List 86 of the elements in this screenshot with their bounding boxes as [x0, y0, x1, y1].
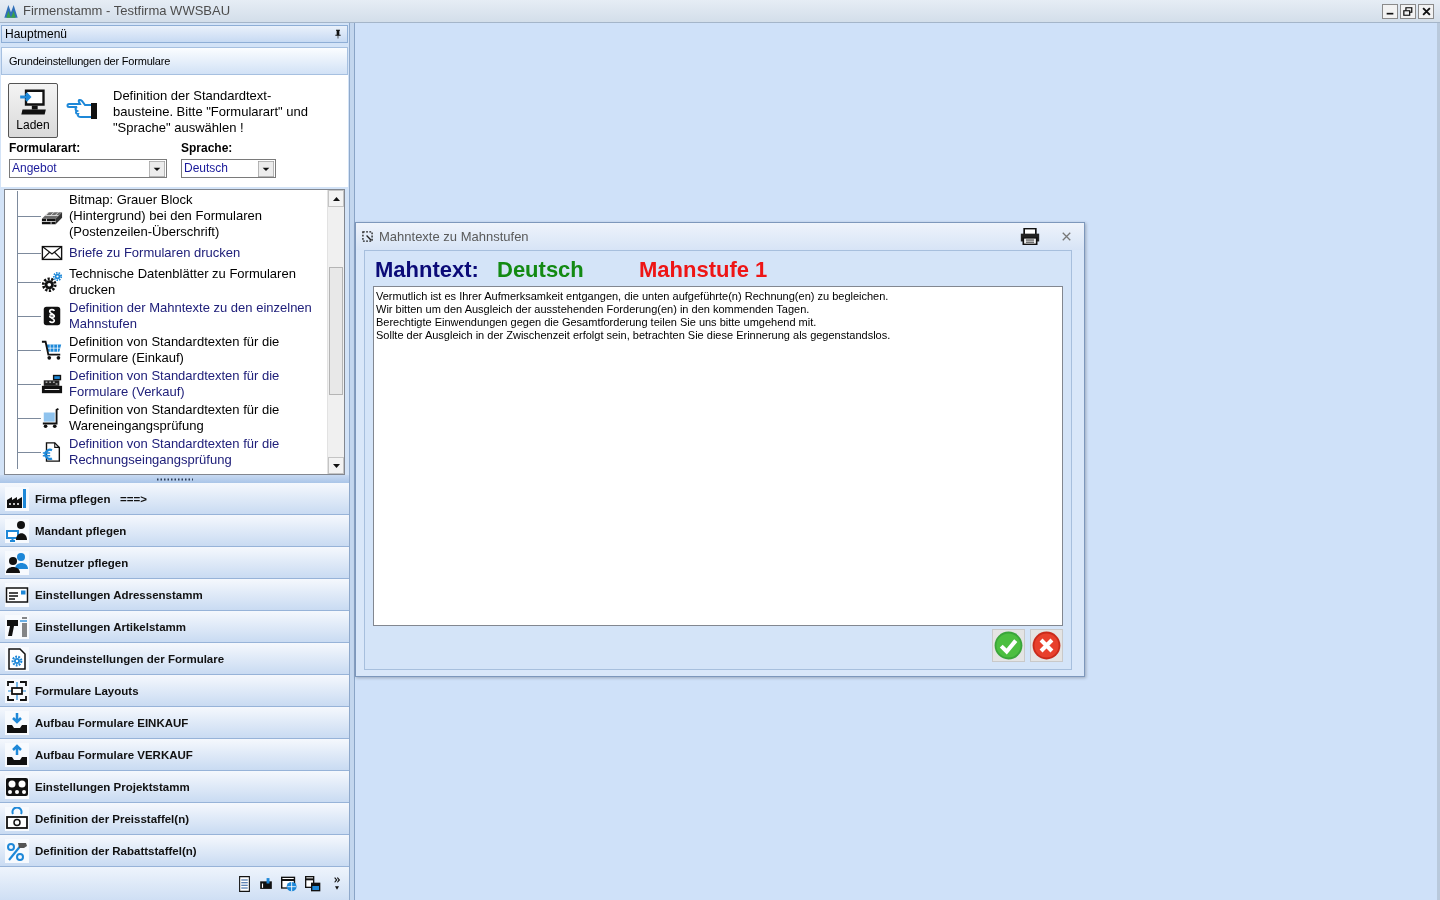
user-monitor-icon	[5, 518, 29, 543]
control-panel-icon	[5, 774, 29, 799]
euro-document-icon	[41, 441, 63, 463]
tree-item[interactable]: Definition von Standardtexten für die Formulare (Einkauf)	[41, 333, 327, 367]
document-lines-icon	[237, 875, 251, 892]
toolbar-button[interactable]	[280, 875, 298, 892]
tree-item[interactable]: Definition von Standardtexten für die Formulare (Verkauf)	[41, 367, 327, 401]
close-icon	[1061, 232, 1071, 241]
tree-item[interactable]: Definition der Mahntexte zu den einzelnen Mahnstufen	[41, 299, 327, 333]
section-title: Grundeinstellungen der Formulare	[9, 54, 171, 68]
app-logo-icon	[3, 3, 19, 19]
sidebar-button[interactable]: Einstellungen Projektstamm	[0, 771, 349, 803]
gears-icon	[41, 271, 63, 293]
arrow-down-icon	[332, 463, 340, 468]
tree-item[interactable]: Definition von Standardtexten für die Rechnungseingangsprüfung	[41, 435, 327, 469]
sidebar-button[interactable]: Definition der Rabattstaffel(n)	[0, 835, 349, 867]
sidebar-button[interactable]: Einstellungen Adressenstamm	[0, 579, 349, 611]
cross-icon	[1032, 631, 1061, 660]
computer-icon	[19, 87, 47, 117]
sidebar-button[interactable]: Aufbau Formulare VERKAUF	[0, 739, 349, 771]
load-button[interactable]: Laden	[8, 83, 58, 138]
cart-icon	[41, 339, 63, 361]
panel-title: Hauptmenü	[5, 27, 68, 41]
address-card-icon	[5, 582, 29, 607]
banknote-icon	[5, 806, 29, 831]
sidebar-button[interactable]: Einstellungen Artikelstamm	[0, 611, 349, 643]
hint-text: Definition der Standardtext-bausteine. Bitte "Formularart" und "Sprache" auswählen !	[113, 88, 309, 137]
ok-button[interactable]	[992, 629, 1025, 662]
section-sign-icon	[41, 305, 63, 327]
arrow-up-icon	[332, 196, 340, 201]
tray-arrow-down-icon	[5, 710, 29, 735]
scanner-icon	[5, 614, 29, 639]
field-label: Formularart:	[9, 141, 82, 155]
caret-down-icon	[149, 160, 165, 177]
window-title: Firmenstamm - Testfirma WWSBAU	[23, 3, 231, 19]
dropdown[interactable]: Angebot	[9, 159, 167, 178]
grip-icon	[156, 477, 193, 481]
sidebar-button[interactable]: Grundeinstellungen der Formulare	[0, 643, 349, 675]
percent-icon	[5, 838, 29, 863]
toolbar-button[interactable]	[236, 875, 252, 892]
check-icon	[994, 631, 1023, 660]
minimize-button[interactable]	[1382, 3, 1398, 19]
text-field[interactable]: Vermutlich ist es Ihrer Aufmerksamkeit entgangen, die unten aufgeführte(n) Rechnung(en) zu begleichen. Wir bitten um den Ausgleich der ausstehenden Forderung(en) in den kommenden Tagen. Berechtigte Einwendungen gegen die Gesamtforderung teilen Sie uns bitte umgehend mit. Sollte der Ausgleich in der Zwischenzeit erfolgt sein, betrachten Sie diese Erinnerung als gegenstandslos.	[373, 286, 1063, 626]
sidebar-button[interactable]: Firma pflegen ===>	[0, 483, 349, 515]
sidebar-button[interactable]: Benutzer pflegen	[0, 547, 349, 579]
field-label: Sprache:	[181, 141, 234, 155]
restore-icon	[1403, 6, 1413, 16]
close-icon	[1421, 6, 1431, 16]
heading-label: Mahntext:	[375, 258, 480, 282]
tray-arrow-up-icon	[5, 742, 29, 767]
scrollbar[interactable]	[327, 190, 344, 474]
mailbox-icon	[259, 877, 273, 890]
toolbar-button[interactable]	[258, 875, 274, 892]
sidebar-button[interactable]: Formulare Layouts	[0, 675, 349, 707]
heading-language: Deutsch	[497, 258, 585, 282]
tree-item[interactable]: Definition von Standardtexten für die Wareneingangsprüfung	[41, 401, 327, 435]
sidebar-button[interactable]: Definition der Preisstaffel(n)	[0, 803, 349, 835]
caret-down-icon	[258, 160, 274, 177]
layout-icon	[5, 678, 29, 703]
tree-item[interactable]: Briefe zu Formularen drucken	[41, 241, 327, 265]
cash-register-icon	[41, 373, 63, 395]
tree-item[interactable]: Technische Datenblätter zu Formularen drucken	[41, 265, 327, 299]
sidebar-button[interactable]: Aufbau Formulare EINKAUF	[0, 707, 349, 739]
window-icon	[362, 231, 373, 242]
overflow-button[interactable]	[332, 875, 342, 892]
pin-icon	[334, 29, 342, 39]
restore-button[interactable]	[1400, 3, 1416, 19]
printer-icon	[1020, 228, 1040, 245]
chevrons-icon	[333, 876, 341, 891]
toolbar-button[interactable]	[304, 875, 322, 892]
dialog-title: Mahntexte zu Mahnstufen	[379, 228, 529, 245]
scroll-down-button[interactable]	[328, 457, 344, 474]
document-gear-icon	[5, 646, 29, 671]
close-button[interactable]	[1418, 3, 1434, 19]
heading-stage: Mahnstufe 1	[639, 258, 768, 282]
print-button[interactable]	[1020, 228, 1040, 245]
tree-item[interactable]: Bitmap: Grauer Block (Hintergrund) bei den Formularen (Postenzeilen-Überschrift)	[41, 191, 327, 241]
users-icon	[5, 550, 29, 575]
factory-icon	[5, 486, 29, 511]
globe-window-icon	[280, 875, 298, 892]
windows-icon	[305, 875, 321, 892]
sidebar-button[interactable]: Mandant pflegen	[0, 515, 349, 547]
dropdown[interactable]: Deutsch	[181, 159, 276, 178]
scroll-up-button[interactable]	[328, 190, 344, 207]
scrollbar-thumb[interactable]	[329, 267, 343, 395]
cancel-button[interactable]	[1030, 629, 1063, 662]
